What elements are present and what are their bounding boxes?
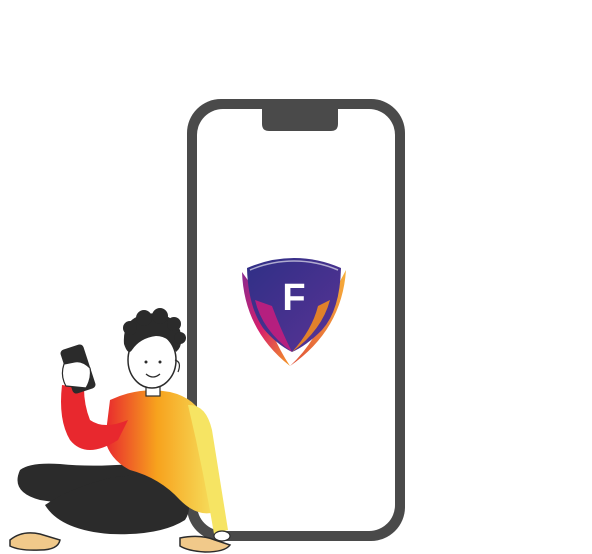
person-shoe-left	[9, 532, 61, 551]
logo-letter: F	[282, 277, 305, 319]
app-promo-illustration: F	[9, 99, 405, 553]
illustration-stage: F	[0, 0, 592, 554]
phone-notch	[262, 109, 338, 131]
